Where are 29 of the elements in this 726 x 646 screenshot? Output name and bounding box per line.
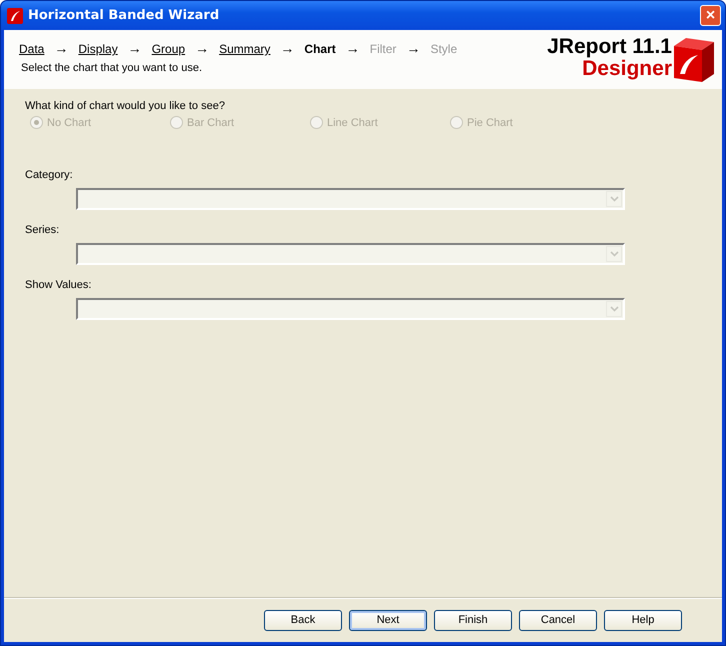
question-label: What kind of chart would you like to see? bbox=[25, 100, 226, 112]
product-name: JReport 11.1 bbox=[547, 36, 672, 58]
wizard-button[interactable]: Next bbox=[349, 610, 427, 630]
field-label: Series: bbox=[25, 224, 60, 236]
app-logo-icon bbox=[7, 8, 23, 24]
step-arrow: → bbox=[346, 41, 360, 55]
wizard-step[interactable]: Data bbox=[19, 42, 44, 56]
wizard-button[interactable]: Help bbox=[604, 610, 682, 630]
step-arrow: → bbox=[128, 41, 142, 55]
close-button[interactable]: × bbox=[700, 5, 721, 26]
wizard-step: Style bbox=[430, 42, 458, 56]
field-label: Show Values: bbox=[25, 279, 92, 291]
wizard-step: Chart bbox=[304, 42, 336, 56]
step-description: Select the chart that you want to use. bbox=[20, 62, 203, 74]
wizard-step[interactable]: Display bbox=[78, 42, 118, 56]
step-arrow: → bbox=[195, 41, 210, 55]
step-arrow: → bbox=[280, 41, 294, 55]
wizard-button[interactable]: Back bbox=[264, 610, 342, 630]
window-title: Horizontal Banded Wizard bbox=[28, 8, 220, 23]
field-label: Category: bbox=[25, 169, 74, 181]
step-arrow: → bbox=[54, 41, 68, 55]
wizard-step: Filter bbox=[370, 42, 396, 56]
wizard-button[interactable]: Finish bbox=[434, 610, 512, 630]
wizard-button[interactable]: Cancel bbox=[519, 610, 597, 630]
cube-logo-icon bbox=[672, 36, 716, 84]
wizard-step[interactable]: Summary bbox=[219, 42, 270, 56]
product-edition: Designer bbox=[582, 58, 672, 80]
wizard-step[interactable]: Group bbox=[152, 42, 186, 56]
step-arrow: → bbox=[406, 41, 420, 55]
